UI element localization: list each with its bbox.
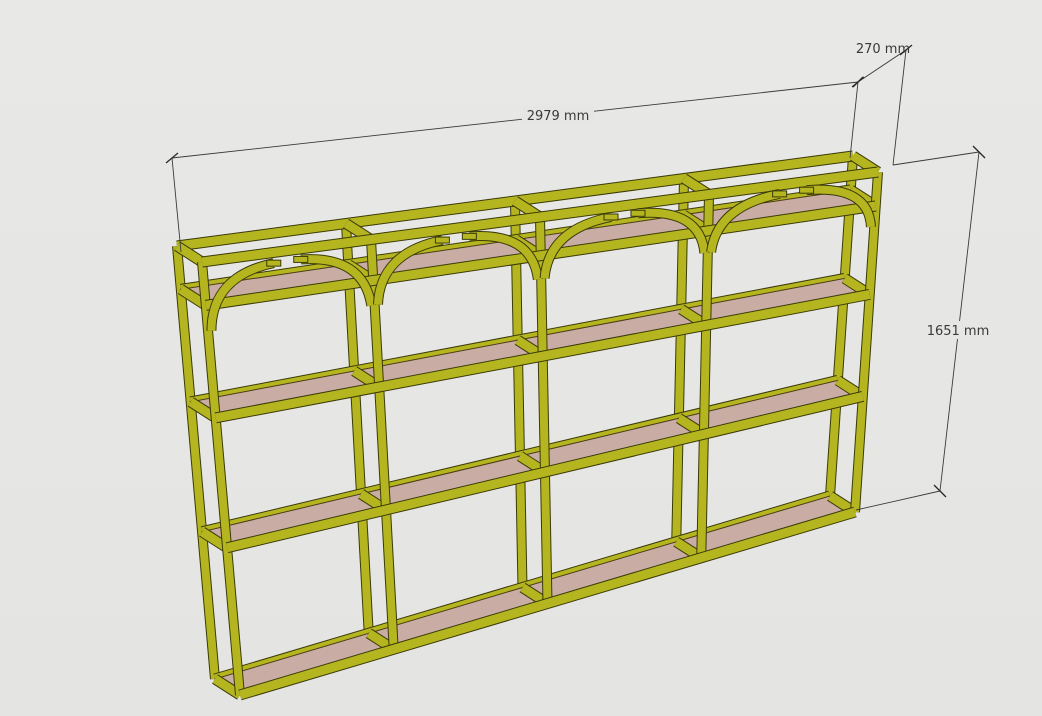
arch-bracket xyxy=(630,209,646,217)
arch-bracket xyxy=(772,190,788,198)
arch-bracket xyxy=(461,232,477,240)
height-dimension-label: 1651 mm xyxy=(927,324,990,339)
width-dimension-label: 2979 mm xyxy=(527,109,590,124)
sketchup-viewport[interactable]: 2979 mm 270 mm 1651 mm xyxy=(0,0,1042,716)
depth-dimension-label: 270 mm xyxy=(856,42,910,57)
arch-bracket xyxy=(266,259,282,267)
arch-bracket xyxy=(799,186,815,194)
arch-bracket xyxy=(434,236,450,244)
shelves xyxy=(179,189,878,696)
shelving-model[interactable]: 2979 mm 270 mm 1651 mm xyxy=(0,0,1042,716)
depth-dimension[interactable]: 270 mm xyxy=(852,42,913,166)
arch-bracket xyxy=(293,255,309,263)
arch-bracket xyxy=(603,213,619,221)
